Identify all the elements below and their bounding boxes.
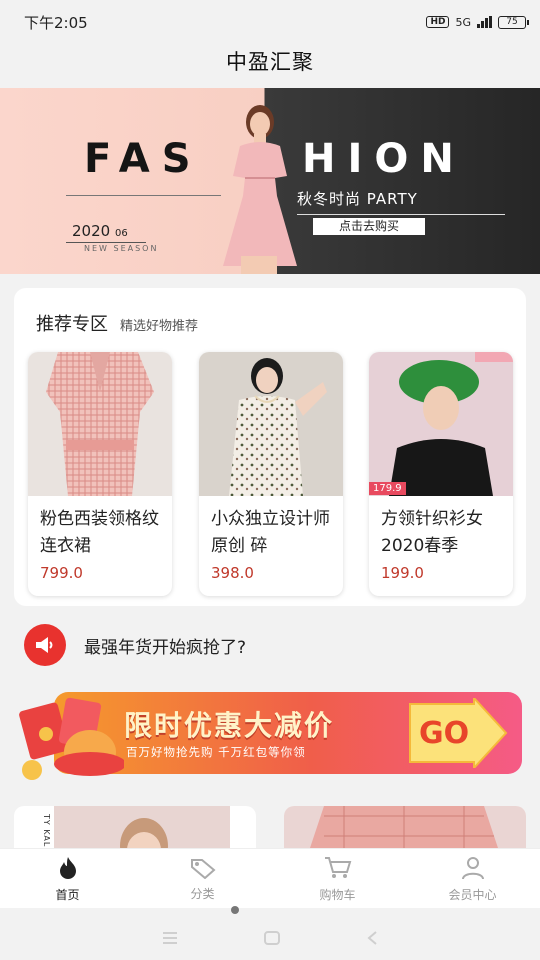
- product-price: 799.0: [40, 564, 83, 582]
- banner-line: [297, 214, 505, 215]
- red-envelope-illustration: [19, 697, 124, 780]
- status-bar: 下午2:05 HD 5G 75: [0, 0, 540, 44]
- network-label: 5G: [455, 15, 471, 29]
- notice-bar[interactable]: 最强年货开始疯抢了?: [24, 624, 246, 666]
- tab-cart[interactable]: 购物车: [270, 849, 405, 908]
- hd-badge: HD: [426, 16, 450, 28]
- menu-icon[interactable]: [162, 931, 178, 945]
- banner-buy-button[interactable]: 点击去购买: [313, 218, 425, 235]
- promo-subtitle: 百万好物抢先购 千万红包等你领: [126, 745, 306, 759]
- status-icons: HD 5G 75: [426, 15, 529, 29]
- banner-headline-right: HION: [302, 136, 466, 182]
- tab-label: 购物车: [319, 888, 356, 902]
- notice-text: 最强年货开始疯抢了?: [84, 637, 247, 658]
- flame-icon: [59, 857, 76, 879]
- status-time: 下午2:05: [24, 13, 88, 32]
- tab-category[interactable]: 分类: [135, 849, 270, 908]
- product-discount-tag: 179.9: [369, 482, 406, 495]
- product-name: 粉色西装领格纹连衣裙: [40, 509, 159, 556]
- system-nav-bar: [0, 916, 540, 960]
- tab-label: 分类: [190, 887, 215, 901]
- promo-banner[interactable]: 限时优惠大减价 百万好物抢先购 千万红包等你领 GO: [14, 680, 526, 790]
- product-price: 199.0: [381, 564, 424, 582]
- tag-icon: [190, 859, 216, 879]
- recommend-section: 推荐专区 精选好物推荐 粉色西装领格纹连衣裙 799.0 小众独立设计师原创 碎…: [14, 288, 526, 606]
- recommend-title: 推荐专区: [36, 314, 108, 335]
- tab-home[interactable]: 首页: [0, 849, 135, 908]
- banner-model-image: [223, 105, 297, 274]
- recommend-header: 推荐专区 精选好物推荐: [36, 310, 198, 336]
- product-image: [28, 352, 172, 496]
- banner-date-underline: [66, 242, 146, 243]
- tab-label: 首页: [55, 888, 80, 902]
- battery-icon: 75: [498, 15, 529, 29]
- recommend-subtitle: 精选好物推荐: [120, 319, 199, 334]
- user-icon: [461, 857, 484, 880]
- product-card[interactable]: 179.9 方领针织衫女2020春季 199.0: [369, 352, 513, 596]
- home-icon[interactable]: [263, 930, 281, 946]
- product-price: 398.0: [211, 564, 254, 582]
- banner-year: 2020: [72, 222, 111, 240]
- product-image: [199, 352, 343, 496]
- product-image: [369, 352, 513, 496]
- banner-season: NEW SEASON: [84, 244, 159, 253]
- bottom-tab-bar: 首页 分类 购物车 会员中心: [0, 848, 540, 908]
- tab-label: 会员中心: [448, 888, 497, 902]
- hero-banner[interactable]: FAS HION 秋冬时尚 PARTY 点击去购买 2020 06 NEW SE…: [0, 88, 540, 274]
- banner-divider: [66, 195, 221, 196]
- banner-headline-left: FAS: [84, 136, 203, 182]
- banner-date: 2020 06: [72, 222, 128, 240]
- product-name: 方领针织衫女2020春季: [381, 509, 483, 556]
- banner-subtitle: 秋冬时尚 PARTY: [297, 190, 418, 208]
- battery-level: 75: [506, 17, 518, 27]
- product-card[interactable]: 小众独立设计师原创 碎 398.0: [199, 352, 343, 596]
- signal-icon: [477, 16, 492, 28]
- product-name: 小众独立设计师原创 碎: [211, 509, 330, 556]
- promo-go-button[interactable]: GO: [419, 716, 469, 751]
- product-card[interactable]: 粉色西装领格纹连衣裙 799.0: [28, 352, 172, 596]
- back-icon[interactable]: [366, 930, 378, 946]
- app-title: 中盈汇聚: [226, 50, 314, 74]
- page-indicator: [231, 906, 239, 914]
- banner-month: 06: [114, 228, 128, 239]
- promo-title: 限时优惠大减价: [124, 709, 335, 742]
- cart-icon: [324, 857, 351, 878]
- tab-member[interactable]: 会员中心: [405, 849, 540, 908]
- megaphone-icon: [24, 624, 66, 666]
